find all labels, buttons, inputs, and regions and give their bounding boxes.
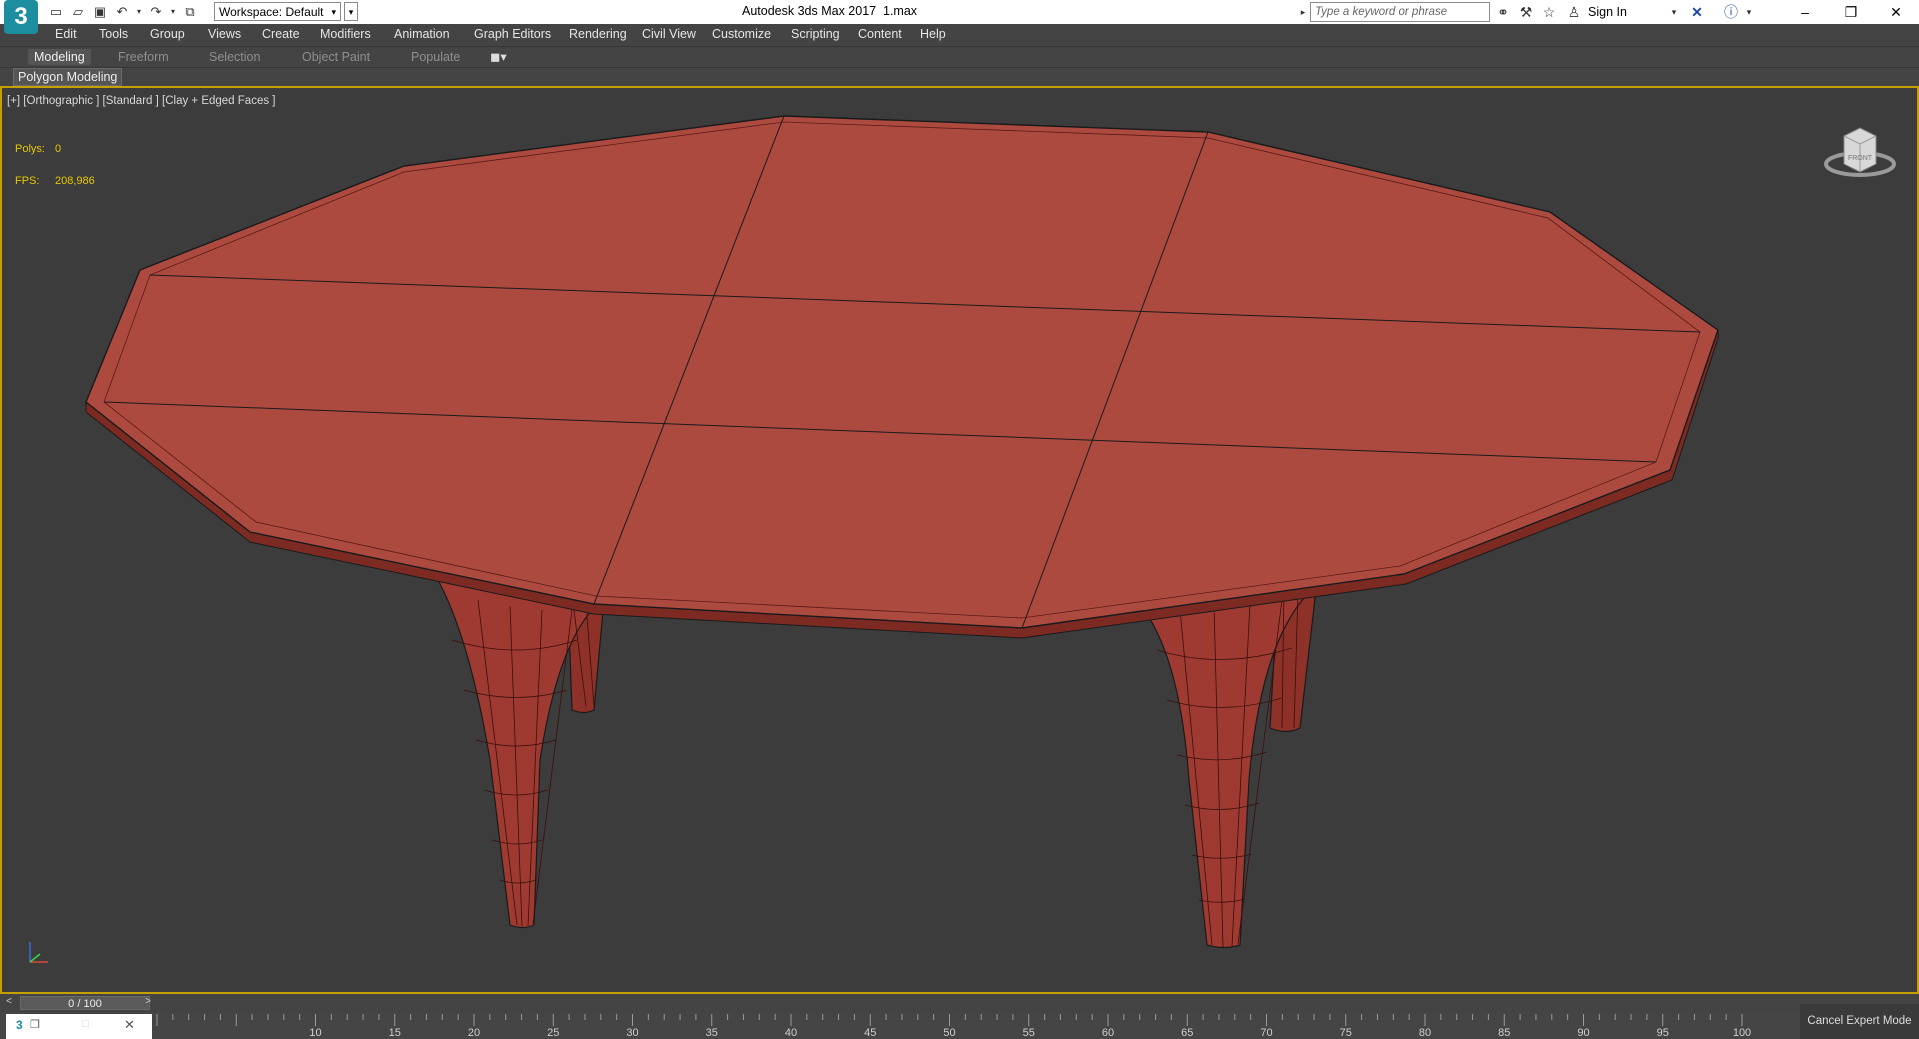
undo-dropdown-icon[interactable]: ▾ bbox=[136, 4, 142, 20]
menu-modifiers[interactable]: Modifiers bbox=[320, 27, 371, 41]
close-small-icon[interactable]: ✕ bbox=[124, 1017, 135, 1033]
table-model bbox=[85, 115, 1719, 949]
menu-animation[interactable]: Animation bbox=[394, 27, 450, 41]
fps-label: FPS: bbox=[15, 175, 40, 187]
menu-graph-editors[interactable]: Graph Editors bbox=[474, 27, 551, 41]
workspace-more-button[interactable]: ▾ bbox=[344, 2, 358, 21]
polys-value: 0 bbox=[55, 143, 62, 155]
workspace-label: Workspace: Default bbox=[219, 5, 324, 19]
fps-value: 208,986 bbox=[55, 175, 95, 187]
polygon-modeling-panel[interactable]: Polygon Modeling bbox=[13, 68, 123, 86]
restore-small-icon[interactable]: ❐ bbox=[30, 1018, 40, 1031]
track-ruler bbox=[156, 1014, 1743, 1026]
mini-listener[interactable]: 3 ❐ □ ✕ bbox=[6, 1014, 152, 1039]
user-icon[interactable]: ♙ bbox=[1565, 3, 1583, 21]
restore-icon[interactable]: ❐ bbox=[1828, 0, 1874, 24]
file-name: 1.max bbox=[883, 4, 918, 18]
axis-tripod-icon bbox=[29, 942, 48, 963]
menu-views[interactable]: Views bbox=[208, 27, 241, 41]
ribbon-tabs: Modeling Freeform Selection Object Paint… bbox=[0, 46, 1919, 68]
tick-label: 100 bbox=[1732, 1027, 1752, 1039]
menu-tools[interactable]: Tools bbox=[99, 27, 128, 41]
chevron-down-icon: ▾ bbox=[331, 7, 336, 17]
next-frame-icon[interactable]: > bbox=[141, 995, 155, 1009]
redo-icon[interactable]: ↷ bbox=[148, 4, 164, 20]
tick-label: 30 bbox=[626, 1027, 639, 1039]
favorites-star-icon[interactable]: ☆ bbox=[1540, 3, 1558, 21]
menu-rendering[interactable]: Rendering bbox=[569, 27, 627, 41]
tick-label: 35 bbox=[705, 1027, 718, 1039]
undo-icon[interactable]: ↶ bbox=[114, 4, 130, 20]
menu-group[interactable]: Group bbox=[150, 27, 185, 41]
tick-label: 45 bbox=[864, 1027, 877, 1039]
track-bar[interactable] bbox=[0, 1012, 1919, 1039]
tick-label: 15 bbox=[388, 1027, 401, 1039]
tick-label: 60 bbox=[1101, 1027, 1115, 1039]
search-expand-icon[interactable]: ▸ bbox=[1297, 2, 1309, 22]
search-input[interactable]: Type a keyword or phrase bbox=[1310, 2, 1490, 22]
tick-label: 80 bbox=[1418, 1027, 1432, 1039]
blank-icon: □ bbox=[82, 1018, 89, 1030]
ribbon-panel: Polygon Modeling bbox=[0, 67, 1919, 86]
time-slider-bar: < 0 / 100 > bbox=[0, 994, 1919, 1012]
ribbon-options-icon[interactable]: ◼▾ bbox=[484, 49, 513, 65]
menu-customize[interactable]: Customize bbox=[712, 27, 771, 41]
menu-civil-view[interactable]: Civil View bbox=[642, 27, 696, 41]
tab-object-paint[interactable]: Object Paint bbox=[296, 49, 376, 65]
viewport[interactable]: [+] [Orthographic ] [Standard ] [Clay + … bbox=[0, 86, 1919, 994]
project-folder-icon[interactable]: ⧉ bbox=[182, 4, 198, 20]
prev-frame-icon[interactable]: < bbox=[2, 995, 16, 1009]
menu-scripting[interactable]: Scripting bbox=[791, 27, 840, 41]
tick-label: 10 bbox=[309, 1027, 322, 1039]
subscription-icon[interactable]: ⚒ bbox=[1517, 3, 1535, 21]
tab-populate[interactable]: Populate bbox=[405, 49, 466, 65]
menu-edit[interactable]: Edit bbox=[55, 27, 77, 41]
tick-label: 90 bbox=[1577, 1027, 1590, 1039]
menu-create[interactable]: Create bbox=[262, 27, 300, 41]
help-dropdown-icon[interactable]: ▾ bbox=[1740, 3, 1758, 21]
polys-label: Polys: bbox=[15, 143, 45, 155]
tick-label: 50 bbox=[943, 1027, 956, 1039]
sign-in-dropdown-icon[interactable]: ▾ bbox=[1665, 3, 1683, 21]
help-icon[interactable]: ⓘ bbox=[1722, 3, 1740, 21]
open-file-icon[interactable]: ▱ bbox=[70, 4, 86, 20]
tab-modeling[interactable]: Modeling bbox=[28, 49, 91, 65]
tick-label: 70 bbox=[1260, 1027, 1273, 1039]
new-file-icon[interactable]: ▭ bbox=[48, 4, 64, 20]
tick-label: 95 bbox=[1656, 1027, 1669, 1039]
tick-label: 25 bbox=[547, 1027, 560, 1039]
exchange-apps-icon[interactable]: ✕ bbox=[1688, 3, 1706, 21]
sign-in-link[interactable]: Sign In bbox=[1588, 5, 1627, 19]
tick-label: 75 bbox=[1339, 1027, 1352, 1039]
close-icon[interactable]: ✕ bbox=[1873, 0, 1919, 24]
app-title: Autodesk 3ds Max 2017 bbox=[742, 4, 877, 18]
menu-help[interactable]: Help bbox=[920, 27, 946, 41]
workspace-dropdown[interactable]: Workspace: Default ▾ bbox=[214, 2, 341, 21]
viewcube-label: FRONT bbox=[1848, 155, 1873, 162]
menu-content[interactable]: Content bbox=[858, 27, 902, 41]
redo-dropdown-icon[interactable]: ▾ bbox=[170, 4, 176, 20]
tick-label: 85 bbox=[1498, 1027, 1511, 1039]
maxscript-icon[interactable]: 3 bbox=[16, 1018, 23, 1032]
menu-bar: Edit Tools Group Views Create Modifiers … bbox=[0, 24, 1919, 46]
tick-label: 65 bbox=[1181, 1027, 1194, 1039]
viewport-label[interactable]: [+] [Orthographic ] [Standard ] [Clay + … bbox=[7, 95, 275, 107]
tick-label: 55 bbox=[1022, 1027, 1035, 1039]
minimize-icon[interactable]: – bbox=[1782, 0, 1828, 24]
time-slider[interactable]: 0 / 100 bbox=[20, 996, 150, 1010]
title-bar: 3 ▭ ▱ ▣ ↶ ▾ ↷ ▾ ⧉ Workspace: Default ▾ ▾… bbox=[0, 0, 1919, 34]
tab-freeform[interactable]: Freeform bbox=[112, 49, 175, 65]
viewcube-icon[interactable]: FRONT bbox=[1820, 120, 1900, 182]
save-icon[interactable]: ▣ bbox=[92, 4, 108, 20]
tick-label: 40 bbox=[784, 1027, 798, 1039]
tab-selection[interactable]: Selection bbox=[203, 49, 266, 65]
binoculars-icon[interactable]: ⚭ bbox=[1494, 3, 1512, 21]
app-logo[interactable]: 3 bbox=[4, 0, 38, 34]
cancel-expert-mode-button[interactable]: Cancel Expert Mode bbox=[1800, 1004, 1919, 1039]
quick-access-toolbar: ▭ ▱ ▣ ↶ ▾ ↷ ▾ ⧉ bbox=[48, 3, 198, 21]
tick-label: 20 bbox=[467, 1027, 481, 1039]
